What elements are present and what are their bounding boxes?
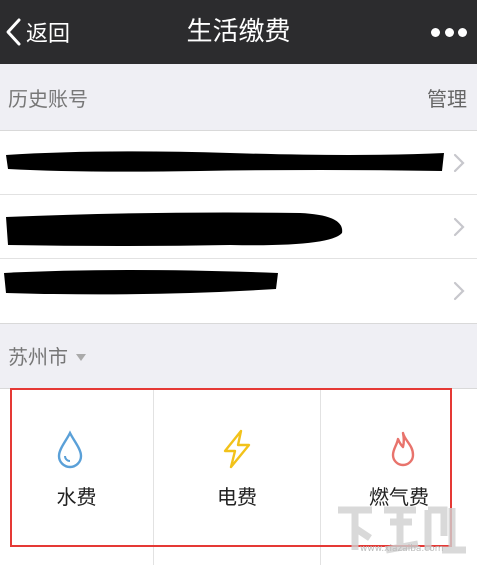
more-horizontal-icon[interactable]	[431, 26, 467, 38]
chevron-right-icon	[453, 217, 465, 237]
account-row[interactable]	[0, 259, 477, 323]
account-row[interactable]	[0, 195, 477, 259]
page-title: 生活缴费	[186, 17, 291, 47]
flame-icon	[391, 431, 415, 467]
service-label: 水费	[56, 485, 97, 509]
city-label: 苏州市	[8, 344, 68, 369]
history-accounts-label: 历史账号	[8, 86, 88, 111]
redaction-scribble	[4, 270, 278, 295]
redaction-scribble	[6, 151, 444, 172]
city-selector[interactable]: 苏州市	[0, 322, 477, 388]
watermark-url: www.xiazaiba.com	[360, 544, 444, 554]
redaction-scribble	[6, 212, 343, 246]
service-label: 电费	[217, 485, 257, 509]
lightning-icon	[223, 429, 251, 469]
history-accounts-list	[0, 130, 477, 324]
manage-button[interactable]: 管理	[427, 83, 467, 112]
chevron-right-icon	[453, 281, 465, 301]
service-electricity[interactable]: 电费	[154, 389, 320, 565]
service-water[interactable]: 水费	[0, 389, 153, 565]
more-dot	[444, 27, 454, 37]
chevron-right-icon	[453, 153, 465, 173]
navigation-bar: 返回 生活缴费	[0, 0, 477, 64]
history-accounts-header: 历史账号 管理	[0, 64, 477, 130]
account-row[interactable]	[0, 131, 477, 195]
caret-down-icon	[76, 353, 86, 361]
more-dot	[431, 27, 440, 37]
more-dot	[458, 27, 467, 37]
water-drop-icon	[57, 430, 83, 469]
